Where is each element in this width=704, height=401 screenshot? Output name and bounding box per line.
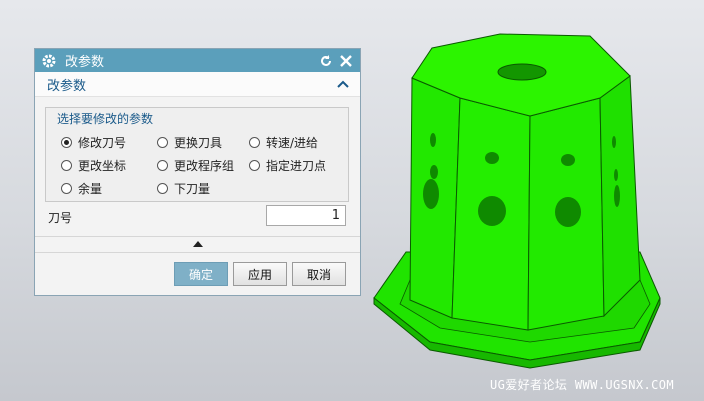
section-label: 改参数 <box>47 78 87 94</box>
radio-option[interactable]: 下刀量 <box>157 180 210 197</box>
radio-circle[interactable] <box>61 183 72 194</box>
radio-label: 更换刀具 <box>174 136 223 150</box>
watermark-text: UG爱好者论坛 WWW.UGSNX.COM <box>490 378 674 392</box>
radio-circle[interactable] <box>61 137 72 148</box>
parameter-option-group: 选择要修改的参数 修改刀号 更换刀具 转速/进给 更改坐标 更改程序组 指定进刀… <box>45 107 349 202</box>
radio-circle[interactable] <box>157 160 168 171</box>
radio-label: 修改刀号 <box>78 136 127 150</box>
radio-option[interactable]: 更换刀具 <box>157 134 222 151</box>
tool-number-label: 刀号 <box>48 211 73 225</box>
radio-circle[interactable] <box>249 137 260 148</box>
close-icon[interactable] <box>338 53 354 69</box>
radio-circle[interactable] <box>249 160 260 171</box>
radio-option[interactable]: 修改刀号 <box>61 134 126 151</box>
divider <box>35 236 360 237</box>
radio-option[interactable]: 转速/进给 <box>249 134 318 151</box>
cancel-button[interactable]: 取消 <box>292 262 346 286</box>
ok-button[interactable]: 确定 <box>174 262 228 286</box>
radio-option[interactable]: 更改程序组 <box>157 157 234 174</box>
chevron-up-icon[interactable] <box>336 77 350 91</box>
radio-circle[interactable] <box>157 183 168 194</box>
radio-label: 更改坐标 <box>78 159 127 173</box>
radio-label: 下刀量 <box>174 182 211 196</box>
radio-option[interactable]: 指定进刀点 <box>249 157 326 174</box>
apply-button[interactable]: 应用 <box>233 262 287 286</box>
dialog-title: 改参数 <box>65 55 105 70</box>
gear-icon[interactable] <box>41 53 57 69</box>
radio-label: 指定进刀点 <box>266 159 327 173</box>
group-title: 选择要修改的参数 <box>57 112 154 126</box>
dialog-titlebar[interactable]: 改参数 <box>35 49 360 72</box>
change-parameters-dialog: 改参数 改参数 选择要修改的参数 修改刀号 更换刀具 转速/进给 更改坐标 更改… <box>34 48 361 296</box>
radio-option[interactable]: 余量 <box>61 180 102 197</box>
radio-circle[interactable] <box>61 160 72 171</box>
divider <box>35 252 360 253</box>
radio-option[interactable]: 更改坐标 <box>61 157 126 174</box>
triangle-up-icon[interactable] <box>192 240 204 248</box>
radio-label: 转速/进给 <box>266 136 319 150</box>
refresh-icon[interactable] <box>318 53 334 69</box>
tool-number-input[interactable] <box>266 205 346 226</box>
radio-label: 余量 <box>78 182 103 196</box>
section-header[interactable]: 改参数 <box>35 72 360 97</box>
radio-circle[interactable] <box>157 137 168 148</box>
radio-label: 更改程序组 <box>174 159 235 173</box>
